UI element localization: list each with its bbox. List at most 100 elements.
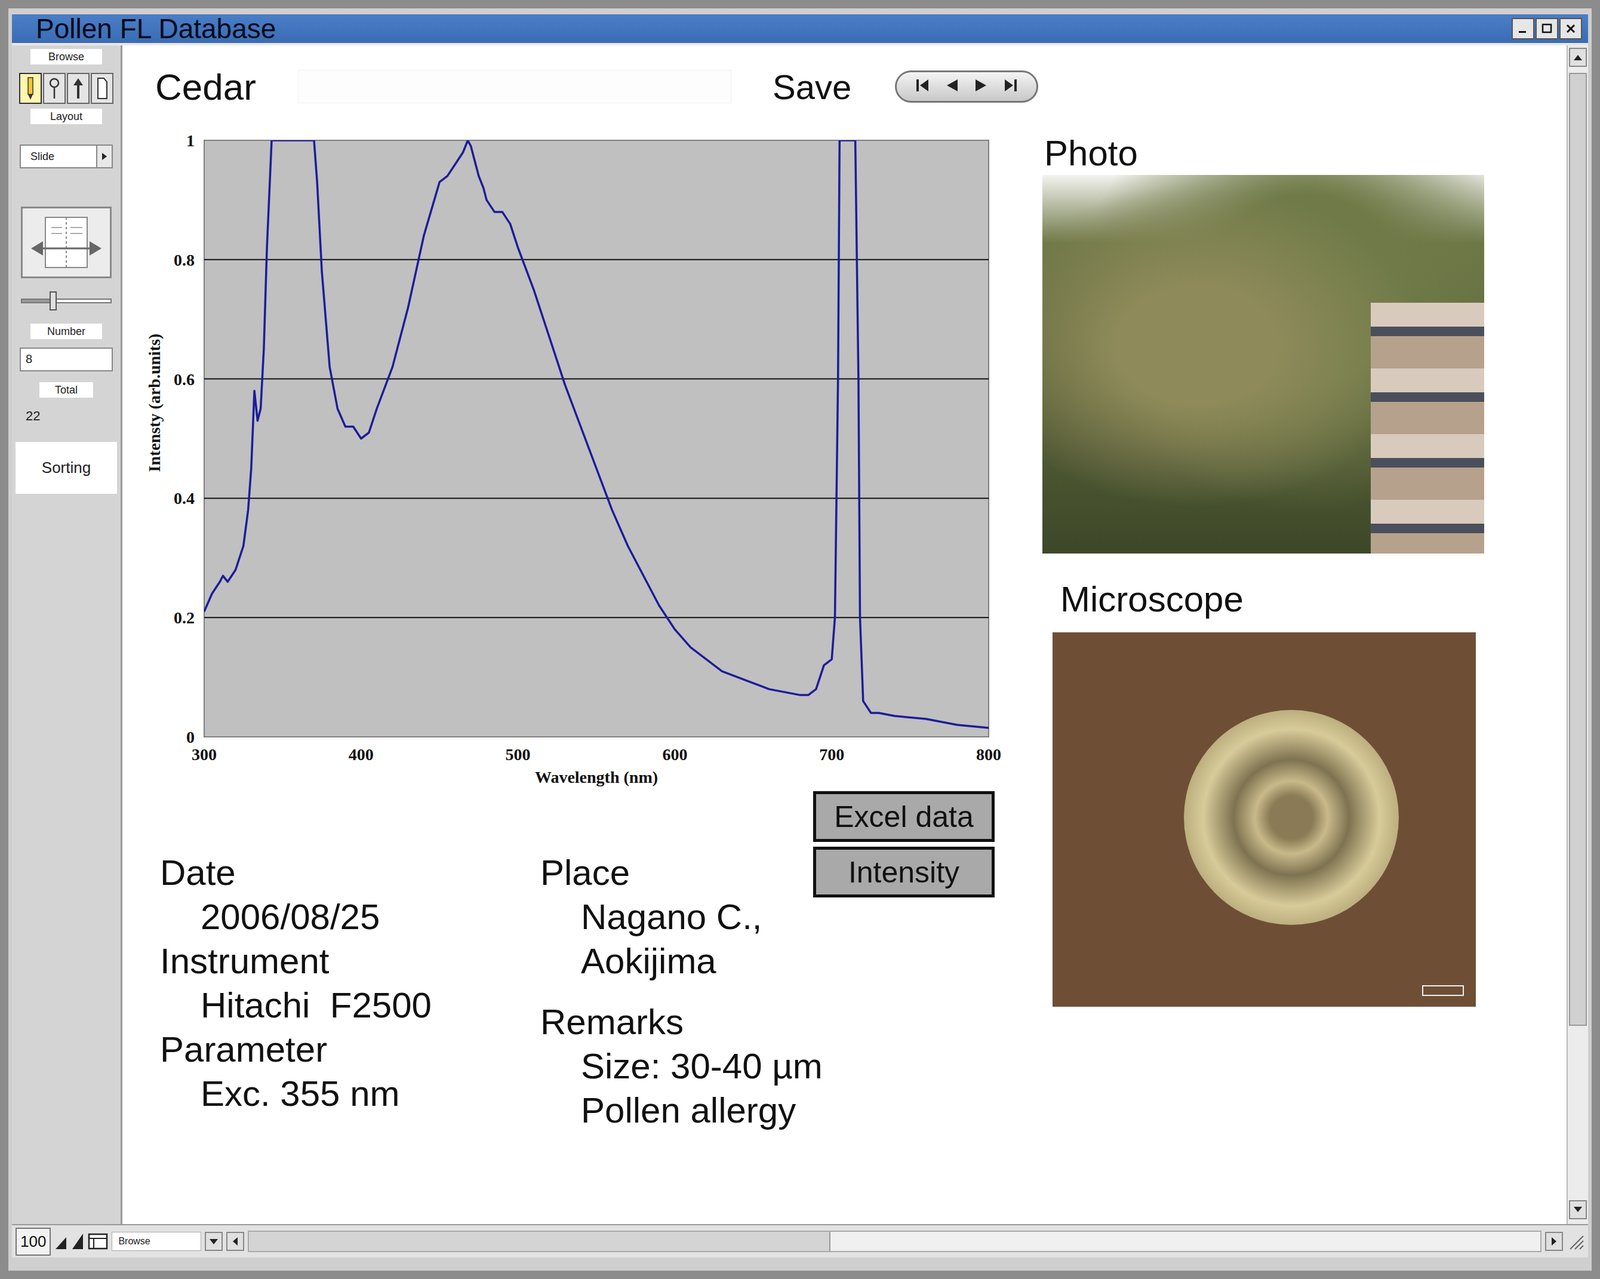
info-column: PlaceNagano C.,AokijimaRemarksSize: 30-4… [540,791,814,1133]
field-value: Aokijima [540,939,814,984]
app-window: Pollen FL Database Browse Layout Slide Numbe… [0,0,1600,1279]
title-field[interactable] [297,69,732,104]
horizontal-scroll-track[interactable] [247,1230,1542,1252]
status-bar: 100 Browse [11,1223,1589,1258]
x-tick-label: 400 [348,745,374,764]
total-label: Total [39,382,94,398]
slider-thumb[interactable] [49,291,57,311]
horizontal-scroll-thumb[interactable] [248,1231,830,1251]
record-number-label: Number [30,323,103,340]
gridline [204,497,989,499]
vertical-scrollbar [1566,45,1589,1224]
mode-tool[interactable] [90,72,114,104]
arrow-up-icon [1573,53,1583,61]
field-value: Nagano C., [540,894,814,940]
record-slider[interactable] [20,298,112,304]
y-axis-title: Intensty (arb.units) [145,333,164,473]
last-record-icon [1001,77,1020,94]
previous-record-icon [943,77,962,94]
title-area: Cedar [122,65,773,109]
y-tick-label: 0.2 [173,608,195,627]
find-icon [47,75,62,101]
status-toolbar: BrowseLayoutSlideNumber8Total22Sorting [11,45,123,1224]
layout-dropdown[interactable]: Slide [19,144,113,169]
mode-indicator: Browse [111,1231,202,1251]
field-value: Pollen allergy [540,1088,814,1133]
field-label: Instrument [160,939,541,984]
x-tick-label: 300 [191,745,217,764]
gridline [204,616,989,618]
action-buttons: Excel dataIntensity [813,791,995,1133]
arrow-down-icon [1573,1205,1583,1214]
layout-arrow-icon [71,75,86,101]
y-tick-label: 0.4 [173,488,195,508]
zoom-in-icon [71,1232,85,1251]
record-navigator [894,70,1039,103]
layout-label: Layout [30,108,103,125]
scroll-up-button[interactable] [1568,47,1587,67]
maximize-button[interactable] [1535,17,1559,40]
x-axis-title: Wavelength (nm) [534,767,658,787]
microscope-label: Microscope [1042,577,1567,621]
mode-menu-button[interactable] [204,1231,223,1251]
scale-bar [1422,985,1464,996]
chart-frame: 00.20.40.60.81300400500600700800Waveleng… [122,131,1043,792]
microscope-image [1052,632,1476,1007]
pollen-grain [1183,709,1399,925]
field-label: Date [160,850,541,895]
y-tick-label: 0 [186,727,195,747]
action-button[interactable]: Excel data [813,791,995,842]
zoom-level[interactable]: 100 [15,1227,51,1256]
record-title: Cedar [155,65,257,109]
x-tick-label: 800 [976,745,1002,764]
window-controls [1511,17,1583,40]
slider-fill [22,299,54,303]
close-icon [1564,22,1577,35]
dropdown-arrow [96,145,112,168]
field-value: Size: 30-40 µm [540,1044,814,1089]
record-number-field[interactable]: 8 [19,347,113,372]
info-field: ParameterExc. 355 nm [160,1027,541,1116]
last-record-button[interactable] [1001,77,1020,96]
previous-record-button[interactable] [943,77,962,96]
first-record-button[interactable] [914,77,932,96]
mode-tool[interactable] [42,72,66,104]
spectrum-line [204,140,989,728]
image-column: PhotoMicroscope [1042,131,1567,1133]
scroll-left-button[interactable] [226,1231,245,1251]
field-label: Parameter [160,1027,541,1072]
record-layout: CedarSave00.20.40.60.8130040050060070080… [122,45,1567,1224]
tree-photo [1042,174,1485,554]
x-tick-label: 700 [819,745,845,764]
dropdown-arrow-icon [208,1237,219,1245]
spectrum-chart: 00.20.40.60.81300400500600700800Waveleng… [139,131,1008,789]
field-value: Hitachi F2500 [160,983,541,1028]
mode-tool[interactable] [19,72,42,104]
total-count: 22 [19,408,113,424]
vertical-scroll-thumb[interactable] [1568,72,1587,1026]
chart-column: 00.20.40.60.81300400500600700800Waveleng… [122,131,1043,1133]
scroll-down-button[interactable] [1568,1200,1587,1220]
info-field: Date2006/08/25 [160,850,541,940]
x-tick-label: 600 [662,745,688,764]
record-book[interactable] [20,206,112,279]
close-button[interactable] [1559,17,1583,40]
title-bar: Pollen FL Database [11,14,1589,46]
photo-building [1370,302,1485,554]
y-tick-label: 1 [186,131,195,150]
mode-tools [19,72,114,104]
arrow-left-icon [231,1236,239,1246]
scroll-right-button[interactable] [1545,1231,1563,1251]
mode-tool[interactable] [66,72,90,104]
minimize-button[interactable] [1511,17,1535,40]
preview-page-icon [94,75,110,101]
first-record-icon [914,77,932,94]
window-title: Pollen FL Database [35,12,1512,45]
record-body: 00.20.40.60.81300400500600700800Waveleng… [122,131,1567,1133]
vertical-scroll-track[interactable] [1568,66,1587,1200]
next-record-button[interactable] [971,77,990,96]
save-button[interactable]: Save [772,66,895,107]
action-button[interactable]: Intensity [813,846,995,898]
sort-button[interactable]: Sorting [15,441,118,494]
plot-area [204,140,989,737]
